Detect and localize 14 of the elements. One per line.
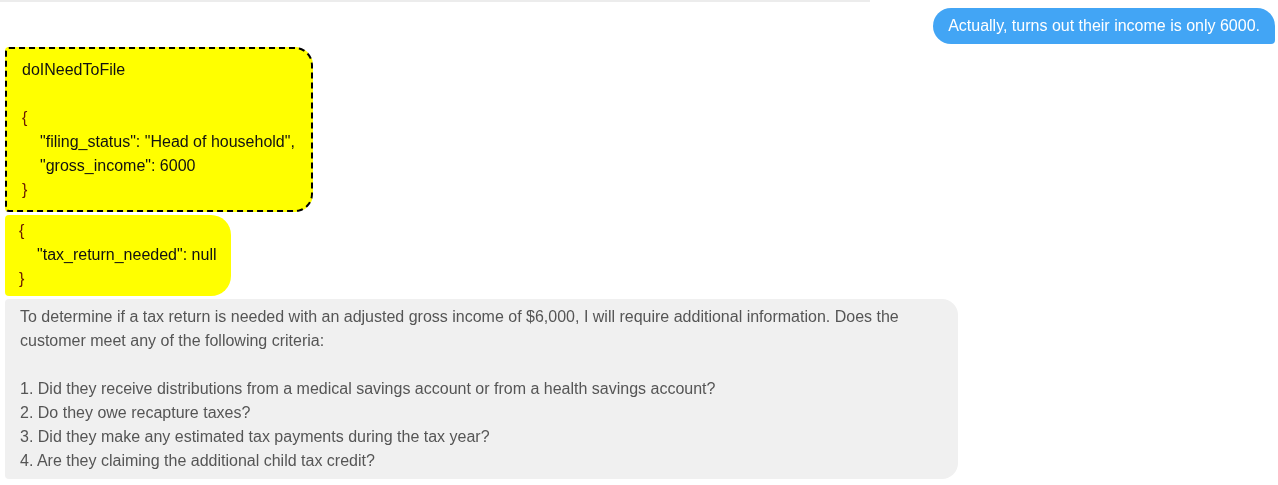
code-line: "tax_return_needed": null [36,245,217,265]
code-line: "filing_status": "Head of household", [39,132,295,152]
code-line: { [19,221,26,241]
criteria-item: 3. Did they make any estimated tax payments during the tax year? [20,427,491,447]
criteria-item: 4. Are they claiming the additional child tax credit? [20,451,376,471]
code-line: } [22,180,29,200]
user-message: Actually, turns out their income is only 6000. [933,8,1275,44]
criteria-item: 2. Do they owe recapture taxes? [20,403,252,423]
function-name: doINeedToFile [22,60,127,80]
code-line: "gross_income": 6000 [39,156,197,176]
code-line: } [19,269,26,289]
message-paragraph: To determine if a tax return is needed with an adjusted gross income of $6,000, I will require additional information. Does the customer meet any of the following criteria: [20,307,900,351]
criteria-item: 1. Did they receive distributions from a medical savings account or from a health savings account? [20,379,717,399]
code-line: { [22,108,29,128]
